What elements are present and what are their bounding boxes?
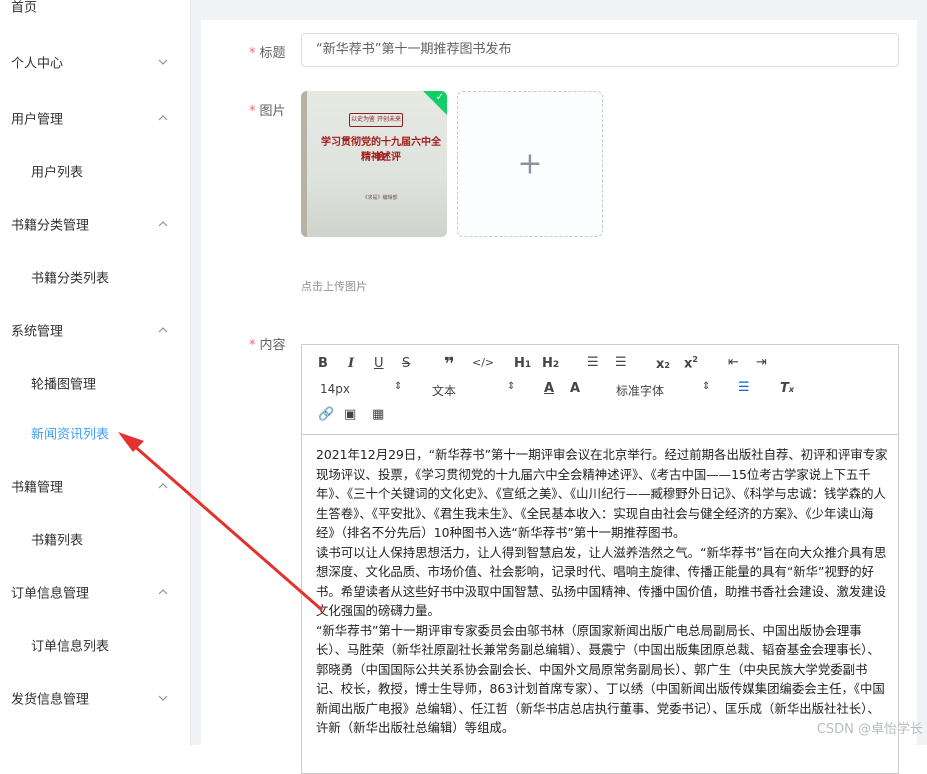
annotation-arrow [118, 432, 323, 612]
watermark: CSDN @卓怡学长 [816, 722, 923, 737]
